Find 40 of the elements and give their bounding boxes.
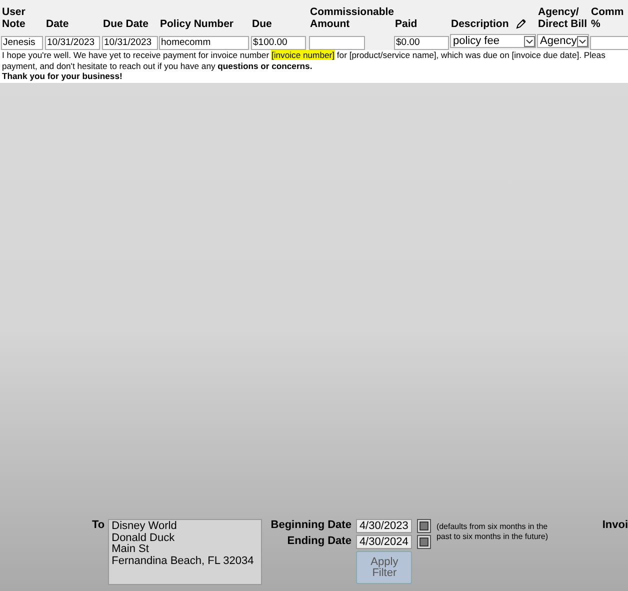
ending-date-label: Ending Date <box>287 535 352 547</box>
address-box[interactable]: Disney World Donald Duck Main St Fernandina Beach, FL 32034 <box>108 519 262 585</box>
caret-icon <box>524 36 535 46</box>
note-line: payment, and don't hesitate to reach out if you have any questions or concerns. <box>2 60 314 71</box>
text-field[interactable] <box>590 36 628 50</box>
column-header: User Note <box>2 6 26 32</box>
ending-date-field[interactable]: 4/30/2024 <box>356 535 412 549</box>
dropdown[interactable]: Agency <box>537 34 589 48</box>
column-header: Comm % <box>591 6 625 32</box>
column-header: Commissionable Amount <box>310 6 395 32</box>
invoice-label: Invoi <box>602 519 628 531</box>
address-line: Disney World <box>112 521 178 532</box>
apply-filter-button[interactable]: Apply Filter <box>356 551 412 584</box>
beginning-date-field[interactable]: 4/30/2023 <box>356 519 412 533</box>
note-line: Thank you for your business! <box>2 71 124 82</box>
address-line: Main St <box>112 544 150 556</box>
note-line: I hope you're well. We have yet to receive payment for invoice number [invoice number] for [product/service name], which was due on [invoice due date]. Pleas <box>2 50 606 60</box>
column-header: Paid <box>395 18 418 32</box>
note-text-area[interactable] <box>0 50 628 83</box>
pencil-icon[interactable] <box>514 18 527 30</box>
text-field[interactable] <box>309 36 365 50</box>
column-header: Agency/ Direct Bill <box>538 6 588 32</box>
address-line: Donald Duck <box>112 532 176 544</box>
beginning-date-label: Beginning Date <box>270 519 352 531</box>
caret-icon <box>577 36 588 46</box>
text-field[interactable]: homecomm <box>159 36 249 50</box>
column-header: Date <box>46 18 69 32</box>
column-header: Description <box>451 18 509 32</box>
column-header: Policy Number <box>160 18 234 32</box>
dropdown[interactable]: policy fee <box>450 34 536 48</box>
column-header: Due Date <box>103 18 149 32</box>
date-hint-text: (defaults from six months in the past to six months in the future) <box>436 522 550 542</box>
text-field[interactable]: $100.00 <box>251 36 306 50</box>
text-field[interactable]: 10/31/2023 <box>102 36 158 50</box>
to-label: To <box>92 519 105 531</box>
column-header: Due <box>252 18 272 32</box>
text-field[interactable]: $0.00 <box>394 36 449 50</box>
address-line: Fernandina Beach, FL 32034 <box>112 556 255 567</box>
text-field[interactable]: Jenesis <box>1 36 43 50</box>
text-field[interactable]: 10/31/2023 <box>45 36 100 50</box>
